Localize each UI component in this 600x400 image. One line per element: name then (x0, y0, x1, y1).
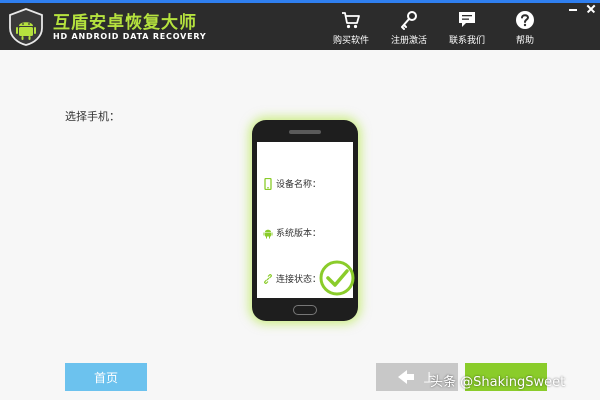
android-shield-icon (9, 8, 43, 46)
shopping-cart-icon (342, 12, 360, 29)
help-label: 帮助 (515, 36, 534, 46)
close-button[interactable] (586, 4, 596, 14)
register-label: 注册激活 (390, 36, 427, 46)
help-button[interactable]: 帮助 (499, 10, 551, 46)
buy-software-label: 购买软件 (332, 36, 369, 46)
phone-speaker (289, 130, 321, 134)
android-icon (263, 229, 273, 238)
register-button[interactable]: 注册激活 (383, 10, 435, 46)
app-header: 互盾安卓恢复大师 HD ANDROID DATA RECOVERY 购买软件 注… (0, 0, 600, 50)
app-title: 互盾安卓恢复大师 (53, 13, 197, 33)
contact-label: 联系我们 (448, 36, 485, 46)
phone-home-button (293, 305, 317, 315)
key-icon (401, 11, 417, 30)
system-version-label: 系统版本： (276, 229, 322, 239)
system-version-row: 系统版本： (263, 226, 321, 239)
window-controls (568, 4, 596, 14)
header-top-border (0, 0, 600, 3)
app-subtitle: HD ANDROID DATA RECOVERY (53, 32, 207, 41)
phone-icon (264, 177, 272, 190)
device-name-row: 设备名称： (263, 177, 321, 190)
select-phone-label: 选择手机： (65, 110, 120, 123)
home-page-button-label: 首页 (93, 370, 118, 385)
help-icon (516, 11, 534, 29)
home-page-button[interactable]: 首页 (65, 363, 147, 391)
checkmark-circle-icon (319, 260, 355, 296)
phone-illustration: 设备名称： 系统版本： 连接状态： (252, 120, 358, 321)
minimize-button[interactable] (568, 4, 578, 14)
arrow-left-icon (398, 370, 415, 384)
link-icon (264, 273, 272, 284)
contact-button[interactable]: 联系我们 (441, 10, 493, 46)
device-name-label: 设备名称： (276, 180, 322, 190)
connection-status-label: 连接状态： (276, 275, 322, 285)
watermark-text: 头条 @ShakingSweet (430, 375, 566, 390)
connection-status-row: 连接状态： (263, 272, 321, 285)
phone-screen: 设备名称： 系统版本： 连接状态： (257, 142, 355, 298)
buy-software-button[interactable]: 购买软件 (325, 10, 377, 46)
chat-icon (459, 12, 475, 27)
